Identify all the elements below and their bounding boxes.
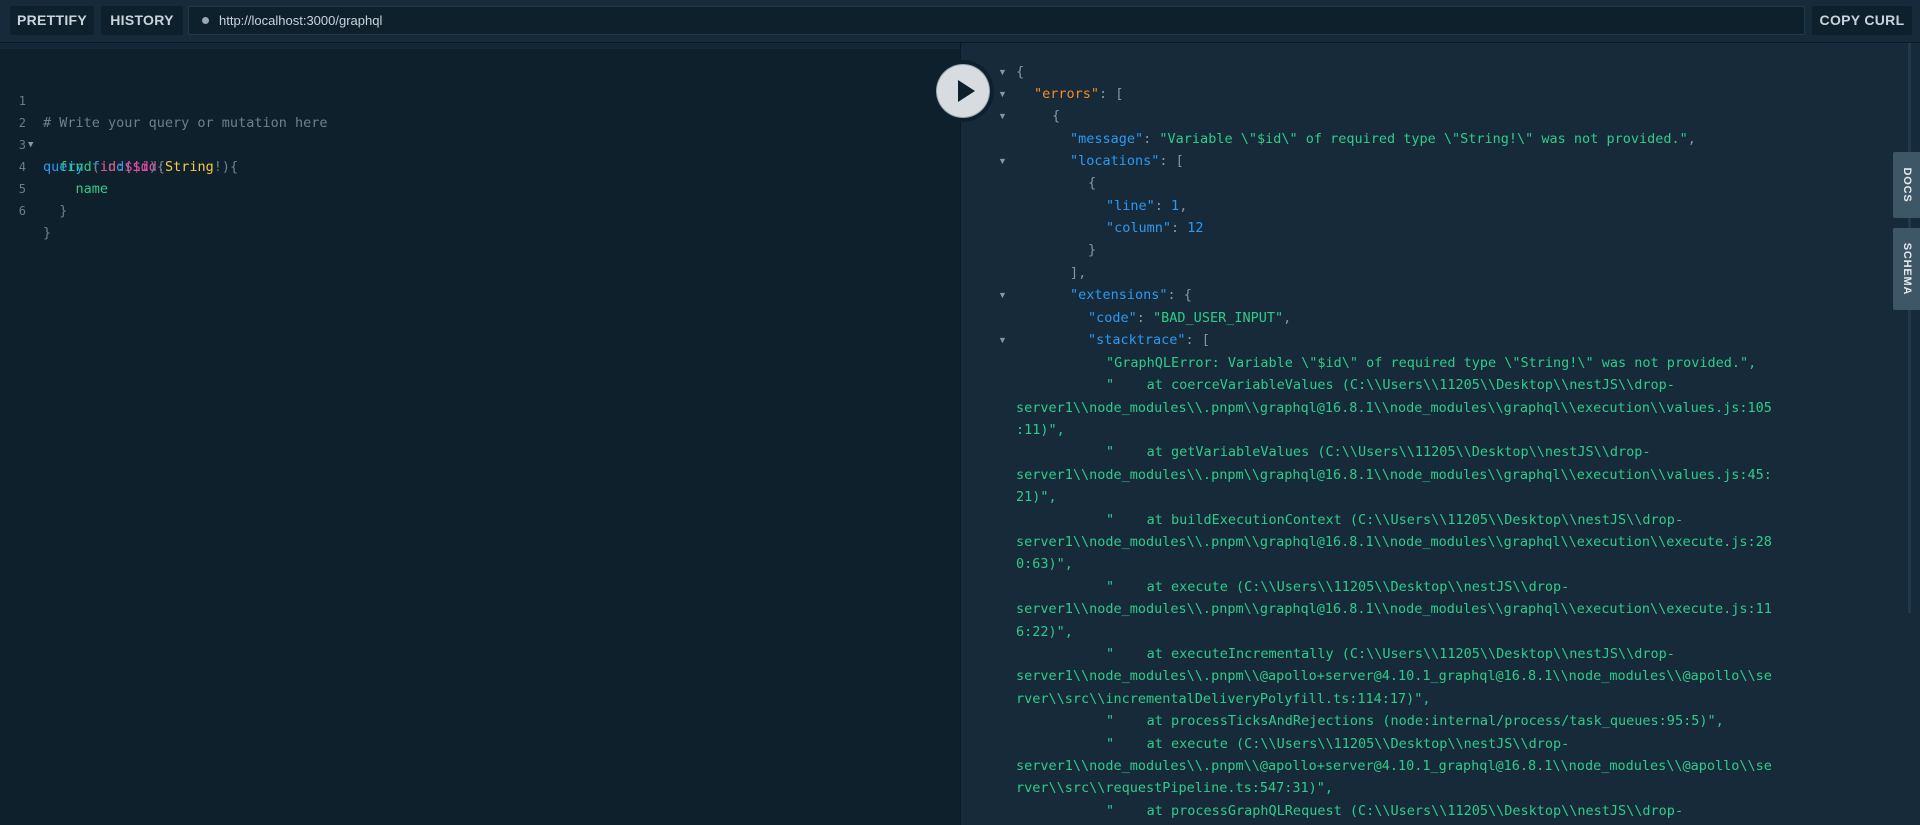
result-line: "code": "BAD_USER_INPUT",	[1088, 310, 1292, 326]
punctuation: (	[91, 159, 100, 175]
docs-tab[interactable]: DOCS	[1893, 152, 1920, 218]
json-key: "extensions"	[1070, 287, 1168, 303]
result-line: {	[1052, 105, 1060, 127]
play-icon[interactable]	[937, 65, 989, 117]
fold-arrow-icon[interactable]: ▼	[998, 329, 1007, 351]
stacktrace-line: rver\\src\\requestPipeline.ts:547:31)",	[1016, 780, 1333, 796]
stacktrace-line: " at executeIncrementally (C:\\Users\\11…	[1106, 646, 1675, 662]
result-line: ],	[1070, 262, 1086, 284]
stacktrace-line: server1\\node_modules\\.pnpm\\graphql@16…	[1016, 400, 1772, 416]
punctuation: : [	[1099, 86, 1124, 102]
punctuation: }	[43, 225, 52, 241]
result-line: }	[1088, 239, 1096, 261]
result-line: "line": 1,	[1106, 198, 1188, 214]
json-string: "Variable \"$id\" of required type \"Str…	[1159, 131, 1688, 147]
result-line: "stacktrace": [	[1088, 329, 1210, 351]
json-key: "column"	[1106, 220, 1172, 236]
punctuation: : [	[1159, 153, 1184, 169]
fold-arrow-icon[interactable]: ▼	[998, 284, 1007, 306]
query-comment: # Write your query or mutation here	[43, 115, 328, 131]
docs-tab-label: DOCS	[1900, 167, 1913, 203]
result-scrollbar[interactable]	[1908, 43, 1911, 613]
stacktrace-line: " at execute (C:\\Users\\11205\\Desktop\…	[1106, 579, 1570, 595]
editor-line[interactable]: 1 # Write your query or mutation here	[0, 68, 328, 131]
editor-tab-strip	[0, 43, 960, 49]
json-key: "code"	[1088, 310, 1137, 326]
endpoint-url-input[interactable]: http://localhost:3000/graphql	[219, 7, 382, 34]
fold-arrow-icon[interactable]: ▼	[998, 61, 1007, 83]
stacktrace-line: 6:22)",	[1016, 624, 1073, 640]
stacktrace-line: " at execute (C:\\Users\\11205\\Desktop\…	[1106, 736, 1570, 752]
play-triangle	[958, 80, 975, 102]
punctuation: ],	[1070, 265, 1087, 281]
errors-key: "errors"	[1034, 86, 1100, 102]
stacktrace-line: " at processGraphQLRequest (C:\\Users\\1…	[1106, 803, 1684, 819]
copy-curl-button[interactable]: COPY CURL	[1812, 6, 1912, 35]
schema-tab[interactable]: SCHEMA	[1893, 228, 1920, 310]
field-name: find	[59, 159, 92, 175]
punctuation: {	[1088, 175, 1097, 191]
stacktrace-line: rver\\src\\incrementalDeliveryPolyfill.t…	[1016, 691, 1431, 707]
endpoint-url-field[interactable]: http://localhost:3000/graphql	[188, 6, 1805, 35]
punctuation: ){	[148, 159, 165, 175]
json-key: "stacktrace"	[1088, 332, 1186, 348]
json-key: "message"	[1070, 131, 1144, 147]
punctuation: }	[1088, 242, 1097, 258]
editor-line[interactable]: 6 }	[0, 178, 51, 241]
editor-line[interactable]: 5 }	[0, 156, 68, 219]
stacktrace-line: " at coerceVariableValues (C:\\Users\\11…	[1106, 377, 1675, 393]
fold-arrow-icon[interactable]: ▼	[998, 150, 1007, 172]
result-line: {	[1088, 172, 1096, 194]
json-string: "BAD_USER_INPUT"	[1153, 310, 1284, 326]
punctuation: ){	[221, 159, 239, 175]
stacktrace-line: :11)",	[1016, 422, 1065, 438]
stacktrace-line: "GraphQLError: Variable \"$id\" of requi…	[1106, 355, 1757, 371]
result-pane[interactable]: ▼ { ▼ "errors": [ ▼ { "message": "Variab…	[961, 43, 1920, 825]
json-key: "line"	[1106, 198, 1155, 214]
stacktrace-line: server1\\node_modules\\.pnpm\\graphql@16…	[1016, 534, 1772, 550]
stacktrace-line: server1\\node_modules\\.pnpm\\graphql@16…	[1016, 467, 1772, 483]
stacktrace-line: 21)",	[1016, 489, 1057, 505]
json-key: "locations"	[1070, 153, 1160, 169]
stacktrace-line: server1\\node_modules\\.pnpm\\graphql@16…	[1016, 601, 1772, 617]
result-line: {	[1016, 61, 1024, 83]
execute-query-button[interactable]	[932, 60, 994, 122]
type-name: String	[164, 159, 214, 175]
history-button[interactable]: HISTORY	[101, 6, 183, 35]
result-line: "column": 12	[1106, 220, 1204, 236]
fold-arrow-icon[interactable]: ▼	[998, 105, 1007, 127]
prettify-button[interactable]: PRETTIFY	[10, 6, 94, 35]
result-line: "errors": [	[1034, 83, 1123, 105]
editor-line[interactable]: 3 find(id:$id){	[0, 112, 165, 175]
punctuation: {	[1052, 108, 1061, 124]
query-editor[interactable]: 1 # Write your query or mutation here 2 …	[0, 43, 960, 825]
json-number: 1	[1171, 198, 1180, 214]
result-line: "message": "Variable \"$id\" of required…	[1070, 131, 1696, 147]
result-line: "locations": [	[1070, 150, 1184, 172]
punctuation: {	[1016, 64, 1025, 80]
punctuation: : [	[1185, 332, 1210, 348]
json-number: 12	[1187, 220, 1204, 236]
line-number: 6	[18, 204, 26, 218]
punctuation: !	[213, 159, 222, 175]
punctuation: }	[59, 203, 68, 219]
stacktrace-line: 0:63)",	[1016, 556, 1073, 572]
stacktrace-line: " at processTicksAndRejections (node:int…	[1106, 713, 1724, 729]
stacktrace-line: " at buildExecutionContext (C:\\Users\\1…	[1106, 512, 1684, 528]
fold-arrow-icon[interactable]: ▼	[998, 83, 1007, 105]
result-line: "extensions": {	[1070, 284, 1192, 306]
argument-name: id	[99, 159, 117, 175]
stacktrace-line: server1\\node_modules\\.pnpm\\@apollo+se…	[1016, 758, 1772, 774]
field-name: name	[75, 181, 109, 197]
status-dot-icon	[202, 17, 209, 24]
toolbar: PRETTIFY HISTORY http://localhost:3000/g…	[0, 0, 1920, 43]
editor-line[interactable]: 4 name	[0, 134, 108, 197]
punctuation: : {	[1167, 287, 1192, 303]
editor-line[interactable]: 2 ▼ query find($id:String!){	[0, 90, 238, 175]
stacktrace-line: server1\\node_modules\\.pnpm\\@apollo+se…	[1016, 668, 1772, 684]
schema-tab-label: SCHEMA	[1900, 242, 1913, 296]
stacktrace-line: " at getVariableValues (C:\\Users\\11205…	[1106, 444, 1651, 460]
variable-name: $id	[124, 159, 149, 175]
